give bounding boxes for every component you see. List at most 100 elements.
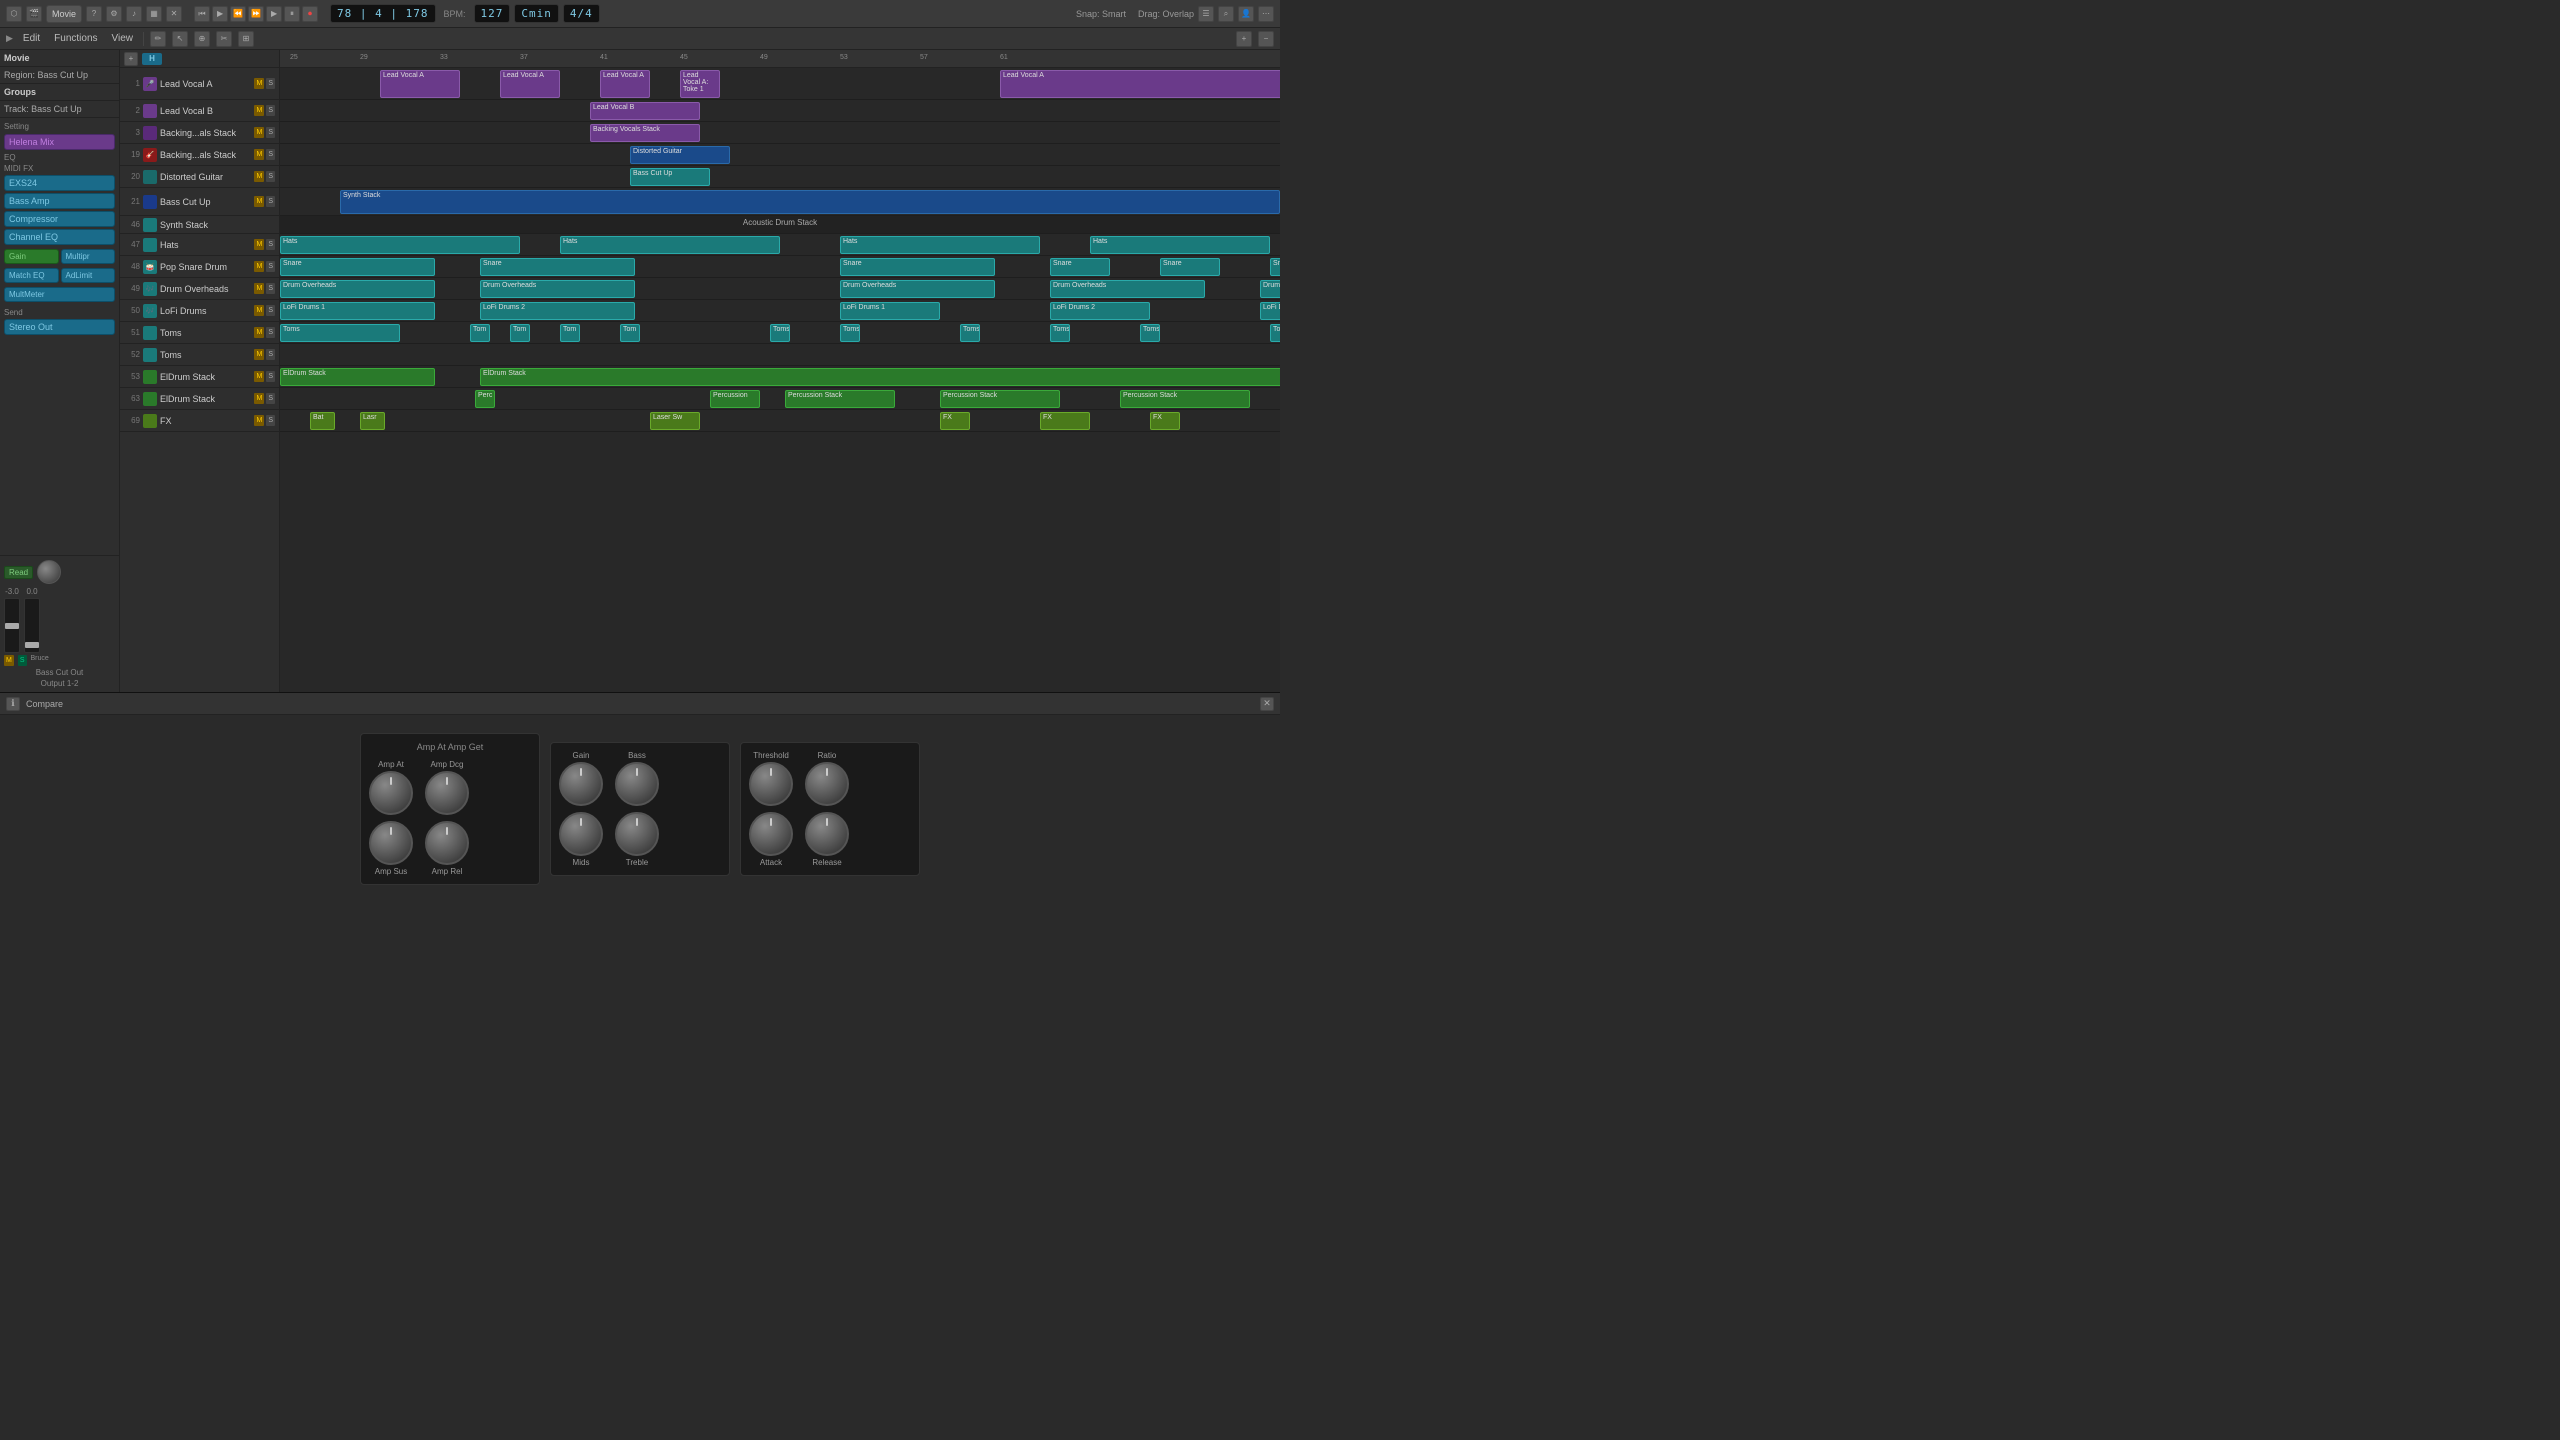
track-header-50[interactable]: 50 🎶 LoFi Drums M S <box>120 300 279 322</box>
clip-bass-cut-up[interactable]: Bass Cut Up <box>630 168 710 186</box>
ad-limit-button[interactable]: AdLimit <box>61 268 116 283</box>
track-header-1[interactable]: 1 🎤 Lead Vocal A M S <box>120 68 279 100</box>
trim-icon[interactable]: ✂ <box>216 31 232 47</box>
clip-percussion-stack-3[interactable]: Percussion Stack <box>1120 390 1250 408</box>
close-bottom-button[interactable]: ✕ <box>1260 697 1274 711</box>
view-button[interactable]: View <box>108 32 138 45</box>
clip-hats-2[interactable]: Hats <box>560 236 780 254</box>
clip-fx-laser-sw[interactable]: Laser Sw <box>650 412 700 430</box>
track19-solo[interactable]: S <box>266 149 275 160</box>
clip-percussion-stack-1[interactable]: Percussion Stack <box>785 390 895 408</box>
collapse-button[interactable]: ▶ <box>6 33 13 44</box>
clip-lofi-5[interactable]: LoFi Drums 2 <box>1260 302 1280 320</box>
clip-toms-4[interactable]: Toms <box>960 324 980 342</box>
track3-solo[interactable]: S <box>266 127 275 138</box>
track-header-20[interactable]: 20 Distorted Guitar M S <box>120 166 279 188</box>
track50-mute[interactable]: M <box>254 305 264 316</box>
track51-mute[interactable]: M <box>254 327 264 338</box>
clip-lofi-4[interactable]: LoFi Drums 2 <box>1050 302 1150 320</box>
track-header-19[interactable]: 19 🎸 Backing...als Stack M S <box>120 144 279 166</box>
settings-icon[interactable]: ⚙ <box>106 6 122 22</box>
logo-icon[interactable]: ⬡ <box>6 6 22 22</box>
groups-section[interactable]: Groups <box>0 84 119 101</box>
threshold-knob[interactable] <box>749 762 793 806</box>
amp-dcg-knob[interactable] <box>425 771 469 815</box>
exs24-button[interactable]: EXS24 <box>4 175 115 191</box>
track51-solo[interactable]: S <box>266 327 275 338</box>
gain-button[interactable]: Gain <box>4 249 59 264</box>
clip-fx-4[interactable]: FX <box>1150 412 1180 430</box>
info-icon[interactable]: ? <box>86 6 102 22</box>
multipr-button[interactable]: Multipr <box>61 249 116 264</box>
bass-amp-button[interactable]: Bass Amp <box>4 193 115 209</box>
zoom-icon[interactable]: ⊕ <box>194 31 210 47</box>
movie-section[interactable]: Movie <box>0 50 119 67</box>
clip-lofi-1[interactable]: LoFi Drums 1 <box>280 302 435 320</box>
track-section[interactable]: Track: Bass Cut Up <box>0 101 119 118</box>
clip-hats-1[interactable]: Hats <box>280 236 520 254</box>
track48-mute[interactable]: M <box>254 261 264 272</box>
clip-fx-3[interactable]: FX <box>1040 412 1090 430</box>
amp-at-knob[interactable] <box>369 771 413 815</box>
clip-snare-1[interactable]: Snare <box>280 258 435 276</box>
track21-mute[interactable]: M <box>254 196 264 207</box>
clip-hats-3[interactable]: Hats <box>840 236 1040 254</box>
clip-synth-stack[interactable]: Synth Stack <box>340 190 1280 214</box>
gain-knob[interactable] <box>559 762 603 806</box>
track47-solo[interactable]: S <box>266 239 275 250</box>
clip-eldrum-1[interactable]: ElDrum Stack <box>280 368 435 386</box>
movie-icon[interactable]: 🎬 <box>26 6 42 22</box>
track69-solo[interactable]: S <box>266 415 275 426</box>
clip-toms-3[interactable]: Toms <box>840 324 860 342</box>
add-track-button[interactable]: + <box>124 52 138 66</box>
clip-tom-1[interactable]: Tom <box>470 324 490 342</box>
rewind-start-button[interactable]: ⏮ <box>194 6 210 22</box>
pencil-icon[interactable]: ✏ <box>150 31 166 47</box>
x-icon[interactable]: ✕ <box>166 6 182 22</box>
mute-button[interactable]: M <box>4 655 14 666</box>
track49-mute[interactable]: M <box>254 283 264 294</box>
clip-percussion-1[interactable]: Percussion <box>710 390 760 408</box>
amp-rel-knob[interactable] <box>425 821 469 865</box>
clip-toms-2[interactable]: Toms <box>770 324 790 342</box>
multimeter-button[interactable]: MultMeter <box>4 287 115 302</box>
track20-solo[interactable]: S <box>266 171 275 182</box>
clip-lead-vocal-a-5[interactable]: Lead Vocal A <box>1000 70 1280 98</box>
track50-solo[interactable]: S <box>266 305 275 316</box>
fader-track1[interactable] <box>4 598 20 653</box>
search-icon[interactable]: ⌕ <box>1218 6 1234 22</box>
clip-snare-3[interactable]: Snare <box>840 258 995 276</box>
fast-forward-button[interactable]: ⏩ <box>248 6 264 22</box>
midi-icon[interactable]: ♪ <box>126 6 142 22</box>
zoom-in-icon[interactable]: + <box>1236 31 1252 47</box>
clip-percussion-stack-2[interactable]: Percussion Stack <box>940 390 1060 408</box>
track49-solo[interactable]: S <box>266 283 275 294</box>
clip-lead-vocal-a-4[interactable]: Lead Vocal A: Toke 1 <box>680 70 720 98</box>
track-header-52[interactable]: 52 Toms M S <box>120 344 279 366</box>
clip-overheads-3[interactable]: Drum Overheads <box>840 280 995 298</box>
track1-solo[interactable]: S <box>266 78 275 89</box>
functions-button[interactable]: Functions <box>50 32 101 45</box>
clip-tom-3[interactable]: Tom <box>560 324 580 342</box>
read-button[interactable]: Read <box>4 566 33 579</box>
track-header-46[interactable]: 46 Synth Stack <box>120 216 279 234</box>
treble-knob[interactable] <box>615 812 659 856</box>
clip-backing-vocals[interactable]: Backing Vocals Stack <box>590 124 700 142</box>
fader-track2[interactable] <box>24 598 40 653</box>
clip-fx-bat[interactable]: Bat <box>310 412 335 430</box>
clip-snare-6[interactable]: Snare <box>1270 258 1280 276</box>
compare-button[interactable]: Compare <box>26 699 63 709</box>
attack-knob[interactable] <box>749 812 793 856</box>
pan-knob[interactable] <box>37 560 61 584</box>
clip-lofi-3[interactable]: LoFi Drums 1 <box>840 302 940 320</box>
track63-solo[interactable]: S <box>266 393 275 404</box>
list-view-icon[interactable]: ☰ <box>1198 6 1214 22</box>
zoom-out-icon[interactable]: − <box>1258 31 1274 47</box>
clip-lead-vocal-a-3[interactable]: Lead Vocal A <box>600 70 650 98</box>
clip-toms-5[interactable]: Toms <box>1050 324 1070 342</box>
clip-toms-6[interactable]: Toms <box>1140 324 1160 342</box>
track1-mute[interactable]: M <box>254 78 264 89</box>
pause-button[interactable]: ⏸ <box>284 6 300 22</box>
ratio-knob[interactable] <box>805 762 849 806</box>
movie-button[interactable]: Movie <box>46 5 82 23</box>
